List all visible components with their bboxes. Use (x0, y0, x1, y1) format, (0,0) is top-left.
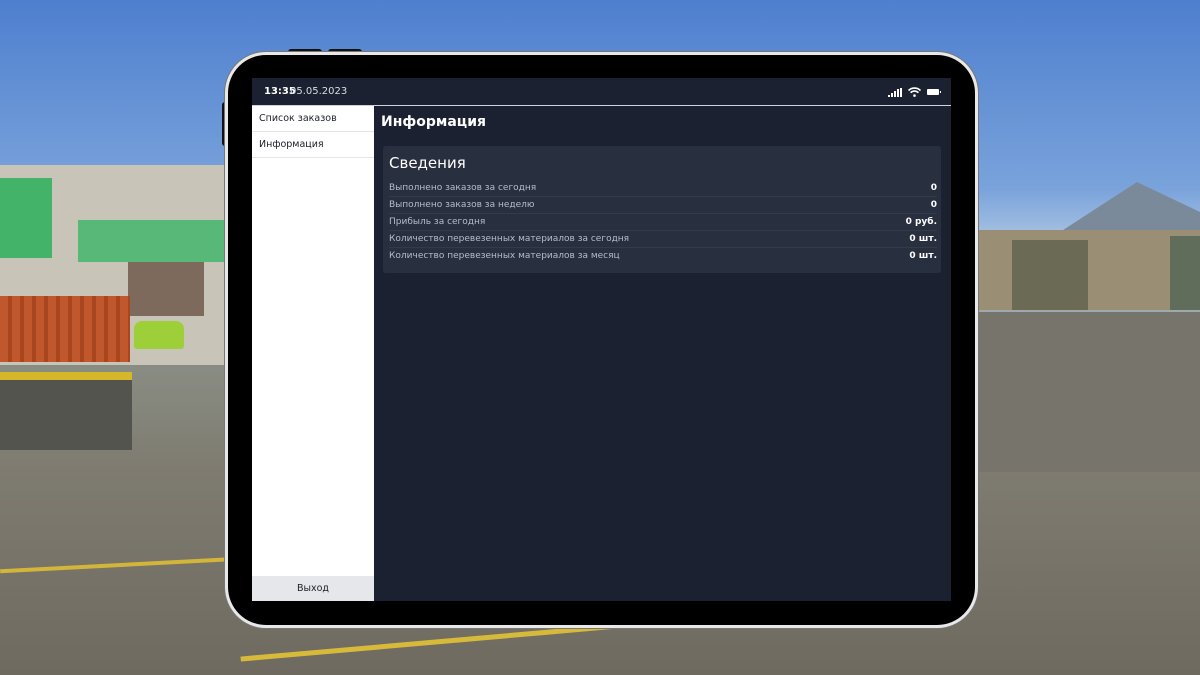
background-green-wall (0, 178, 52, 258)
status-icons (888, 86, 941, 97)
background-platform (0, 372, 132, 450)
stat-value: 0 (930, 183, 937, 193)
stat-row-materials-month: Количество перевезенных материалов за ме… (389, 248, 937, 264)
stat-row-profit-today: Прибыль за сегодня 0 руб. (389, 214, 937, 231)
background-road-line (0, 556, 240, 574)
background-green-wall (78, 220, 228, 262)
stat-value: 0 шт. (909, 234, 937, 244)
stat-label: Количество перевезенных материалов за ме… (389, 251, 620, 261)
main-content: Информация Сведения Выполнено заказов за… (374, 106, 951, 601)
stat-label: Прибыль за сегодня (389, 217, 486, 227)
tablet-screen: 13:35 05.05.2023 Список заказов Информац… (252, 78, 951, 601)
stats-list: Выполнено заказов за сегодня 0 Выполнено… (389, 180, 937, 264)
background-container (0, 296, 130, 362)
status-bar: 13:35 05.05.2023 (252, 78, 951, 106)
stat-value: 0 (930, 200, 937, 210)
background-car (134, 321, 184, 349)
stat-value: 0 руб. (905, 217, 937, 227)
battery-icon (927, 89, 941, 95)
stat-row-orders-today: Выполнено заказов за сегодня 0 (389, 180, 937, 197)
stat-label: Выполнено заказов за сегодня (389, 183, 537, 193)
background-tank (1012, 240, 1088, 310)
background-mountain (1060, 182, 1200, 232)
status-date: 05.05.2023 (290, 86, 348, 97)
sidebar-item-orders[interactable]: Список заказов (252, 106, 374, 132)
stat-row-materials-today: Количество перевезенных материалов за се… (389, 231, 937, 248)
background-road (976, 312, 1200, 472)
stat-label: Количество перевезенных материалов за се… (389, 234, 630, 244)
card-title: Сведения (389, 154, 466, 172)
background-shutter (128, 262, 204, 316)
background-road-line (240, 623, 620, 662)
stat-row-orders-week: Выполнено заказов за неделю 0 (389, 197, 937, 214)
signal-icon (888, 88, 902, 97)
stat-label: Выполнено заказов за неделю (389, 200, 535, 210)
sidebar-item-info[interactable]: Информация (252, 132, 374, 158)
background-tank (1170, 236, 1200, 310)
page-title: Информация (381, 114, 486, 130)
exit-button[interactable]: Выход (252, 576, 374, 601)
stat-value: 0 шт. (909, 251, 937, 261)
info-card: Сведения Выполнено заказов за сегодня 0 … (383, 146, 941, 273)
wifi-icon (908, 87, 921, 97)
sidebar: Список заказов Информация Выход (252, 106, 374, 601)
